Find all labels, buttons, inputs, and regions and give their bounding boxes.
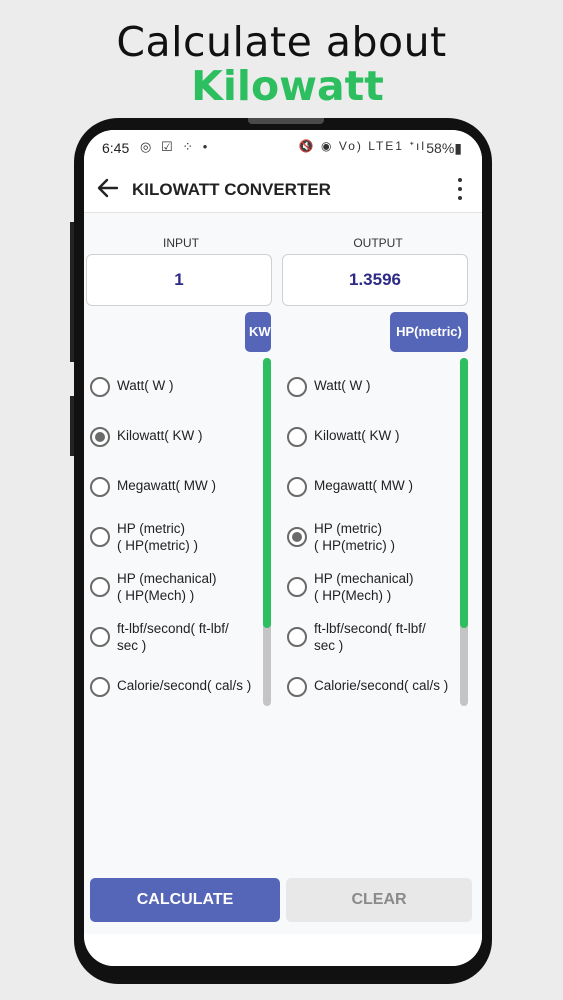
promo-headline-highlight: Kilowatt — [191, 62, 384, 110]
input-unit-option[interactable]: Watt( W ) — [84, 362, 262, 412]
arrow-left-icon[interactable] — [94, 175, 122, 203]
radio-button-selected[interactable] — [287, 527, 307, 547]
status-bar: 6:45 ◎ ☑ ⁘ • 🔇 ◉ Vo) LTE1 ᐩıl 58%▮ — [84, 130, 482, 166]
unit-label: HP (mechanical)( HP(Mech) ) — [117, 571, 217, 603]
output-unit-option[interactable]: Kilowatt( KW ) — [281, 412, 459, 462]
output-unit-option[interactable]: Watt( W ) — [281, 362, 459, 412]
unit-label: ft-lbf/second( ft-lbf/sec ) — [117, 621, 229, 653]
input-scrollbar[interactable] — [263, 358, 271, 706]
radio-button[interactable] — [287, 477, 307, 497]
radio-button[interactable] — [287, 377, 307, 397]
unit-label: Watt( W ) — [117, 378, 174, 393]
input-unit-option[interactable]: HP (metric)( HP(metric) ) — [84, 512, 262, 562]
app-bar: KILOWATT CONVERTER — [84, 166, 482, 213]
input-unit-option[interactable]: HP (mechanical)( HP(Mech) ) — [84, 562, 262, 612]
output-unit-list: Watt( W ) Kilowatt( KW ) Megawatt( MW ) … — [281, 362, 459, 712]
battery-indicator: 58%▮ — [426, 140, 462, 156]
input-unit-option[interactable]: ft-lbf/second( ft-lbf/sec ) — [84, 612, 262, 662]
unit-label: Calorie/second( cal/s ) — [117, 678, 252, 693]
signal-icons: 🔇 ◉ Vo) LTE1 ᐩıl — [298, 139, 426, 153]
radio-button[interactable] — [90, 677, 110, 697]
output-unit-option[interactable]: HP (mechanical)( HP(Mech) ) — [281, 562, 459, 612]
clear-button[interactable]: CLEAR — [286, 878, 472, 922]
page-title: KILOWATT CONVERTER — [132, 180, 331, 199]
radio-button[interactable] — [90, 577, 110, 597]
side-button — [70, 396, 74, 456]
input-label: INPUT — [163, 236, 199, 250]
radio-button[interactable] — [90, 527, 110, 547]
unit-label: Megawatt( MW ) — [117, 478, 217, 493]
output-scrollbar-thumb[interactable] — [460, 358, 468, 628]
input-field[interactable]: 1 — [86, 254, 272, 306]
promo-headline: Calculate about — [116, 18, 447, 66]
action-bar: CALCULATE CLEAR — [84, 878, 482, 934]
unit-label: HP (mechanical)( HP(Mech) ) — [314, 571, 414, 603]
output-unit-option[interactable]: Calorie/second( cal/s ) — [281, 662, 459, 712]
radio-button-selected[interactable] — [90, 427, 110, 447]
status-time: 6:45 — [102, 140, 130, 156]
phone-screen: 6:45 ◎ ☑ ⁘ • 🔇 ◉ Vo) LTE1 ᐩıl 58%▮ KILOW… — [84, 130, 482, 966]
input-unit-list: Watt( W ) Kilowatt( KW ) Megawatt( MW ) … — [84, 362, 262, 712]
input-unit-option[interactable]: Megawatt( MW ) — [84, 462, 262, 512]
input-unit-chip: KW — [245, 312, 271, 352]
home-indicator-area — [84, 934, 482, 966]
radio-button[interactable] — [287, 677, 307, 697]
unit-label: ft-lbf/second( ft-lbf/sec ) — [314, 621, 426, 653]
output-unit-option[interactable]: Megawatt( MW ) — [281, 462, 459, 512]
notification-icons: ◎ ☑ ⁘ • — [140, 139, 211, 154]
unit-label: Watt( W ) — [314, 378, 371, 393]
more-vert-icon[interactable] — [450, 174, 470, 204]
calculate-button[interactable]: CALCULATE — [90, 878, 280, 922]
unit-label: Kilowatt( KW ) — [314, 428, 400, 443]
input-unit-option[interactable]: Calorie/second( cal/s ) — [84, 662, 262, 712]
output-scrollbar[interactable] — [460, 358, 468, 706]
unit-label: Megawatt( MW ) — [314, 478, 414, 493]
unit-label: HP (metric)( HP(metric) ) — [314, 521, 395, 553]
phone-frame: 6:45 ◎ ☑ ⁘ • 🔇 ◉ Vo) LTE1 ᐩıl 58%▮ KILOW… — [70, 118, 492, 984]
volume-button — [70, 222, 74, 362]
radio-button[interactable] — [90, 627, 110, 647]
radio-button[interactable] — [287, 427, 307, 447]
radio-button[interactable] — [287, 577, 307, 597]
output-unit-option[interactable]: ft-lbf/second( ft-lbf/sec ) — [281, 612, 459, 662]
phone-speaker — [248, 118, 324, 124]
radio-button[interactable] — [90, 477, 110, 497]
radio-button[interactable] — [287, 627, 307, 647]
input-scrollbar-thumb[interactable] — [263, 358, 271, 628]
output-label: OUTPUT — [353, 236, 403, 250]
output-unit-option[interactable]: HP (metric)( HP(metric) ) — [281, 512, 459, 562]
unit-label: Calorie/second( cal/s ) — [314, 678, 449, 693]
output-unit-chip: HP(metric) — [390, 312, 468, 352]
unit-label: HP (metric)( HP(metric) ) — [117, 521, 198, 553]
output-field: 1.3596 — [282, 254, 468, 306]
radio-button[interactable] — [90, 377, 110, 397]
input-unit-option[interactable]: Kilowatt( KW ) — [84, 412, 262, 462]
unit-label: Kilowatt( KW ) — [117, 428, 203, 443]
